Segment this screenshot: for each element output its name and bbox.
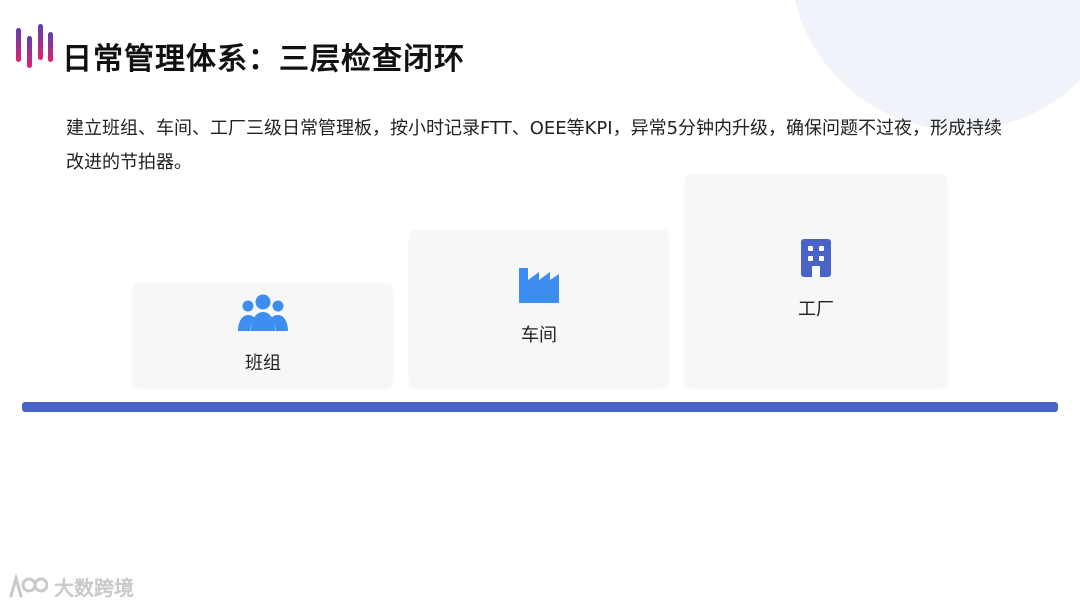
level-card-plant: 工厂 [686, 174, 946, 385]
watermark-logo-icon [9, 573, 48, 597]
level-label-team: 班组 [245, 353, 281, 374]
factory-icon [519, 268, 559, 303]
description-text: 建立班组、车间、工厂三级日常管理板，按小时记录FTT、OEE等KPI，异常5分钟… [66, 118, 1003, 173]
watermark-text: 大数跨境 [54, 576, 134, 600]
logo-bars-icon [16, 24, 53, 68]
level-label-workshop: 车间 [521, 325, 557, 346]
level-label-plant: 工厂 [798, 299, 834, 320]
base-bar-divider [22, 402, 1058, 412]
watermark: 大数跨境 [8, 572, 134, 601]
level-card-team: 班组 [134, 283, 392, 385]
team-icon [238, 294, 288, 331]
background-circle-decoration [790, 0, 1080, 130]
building-icon [801, 239, 831, 277]
page-title: 日常管理体系：三层检查闭环 [62, 42, 465, 77]
level-card-workshop: 车间 [410, 230, 668, 385]
